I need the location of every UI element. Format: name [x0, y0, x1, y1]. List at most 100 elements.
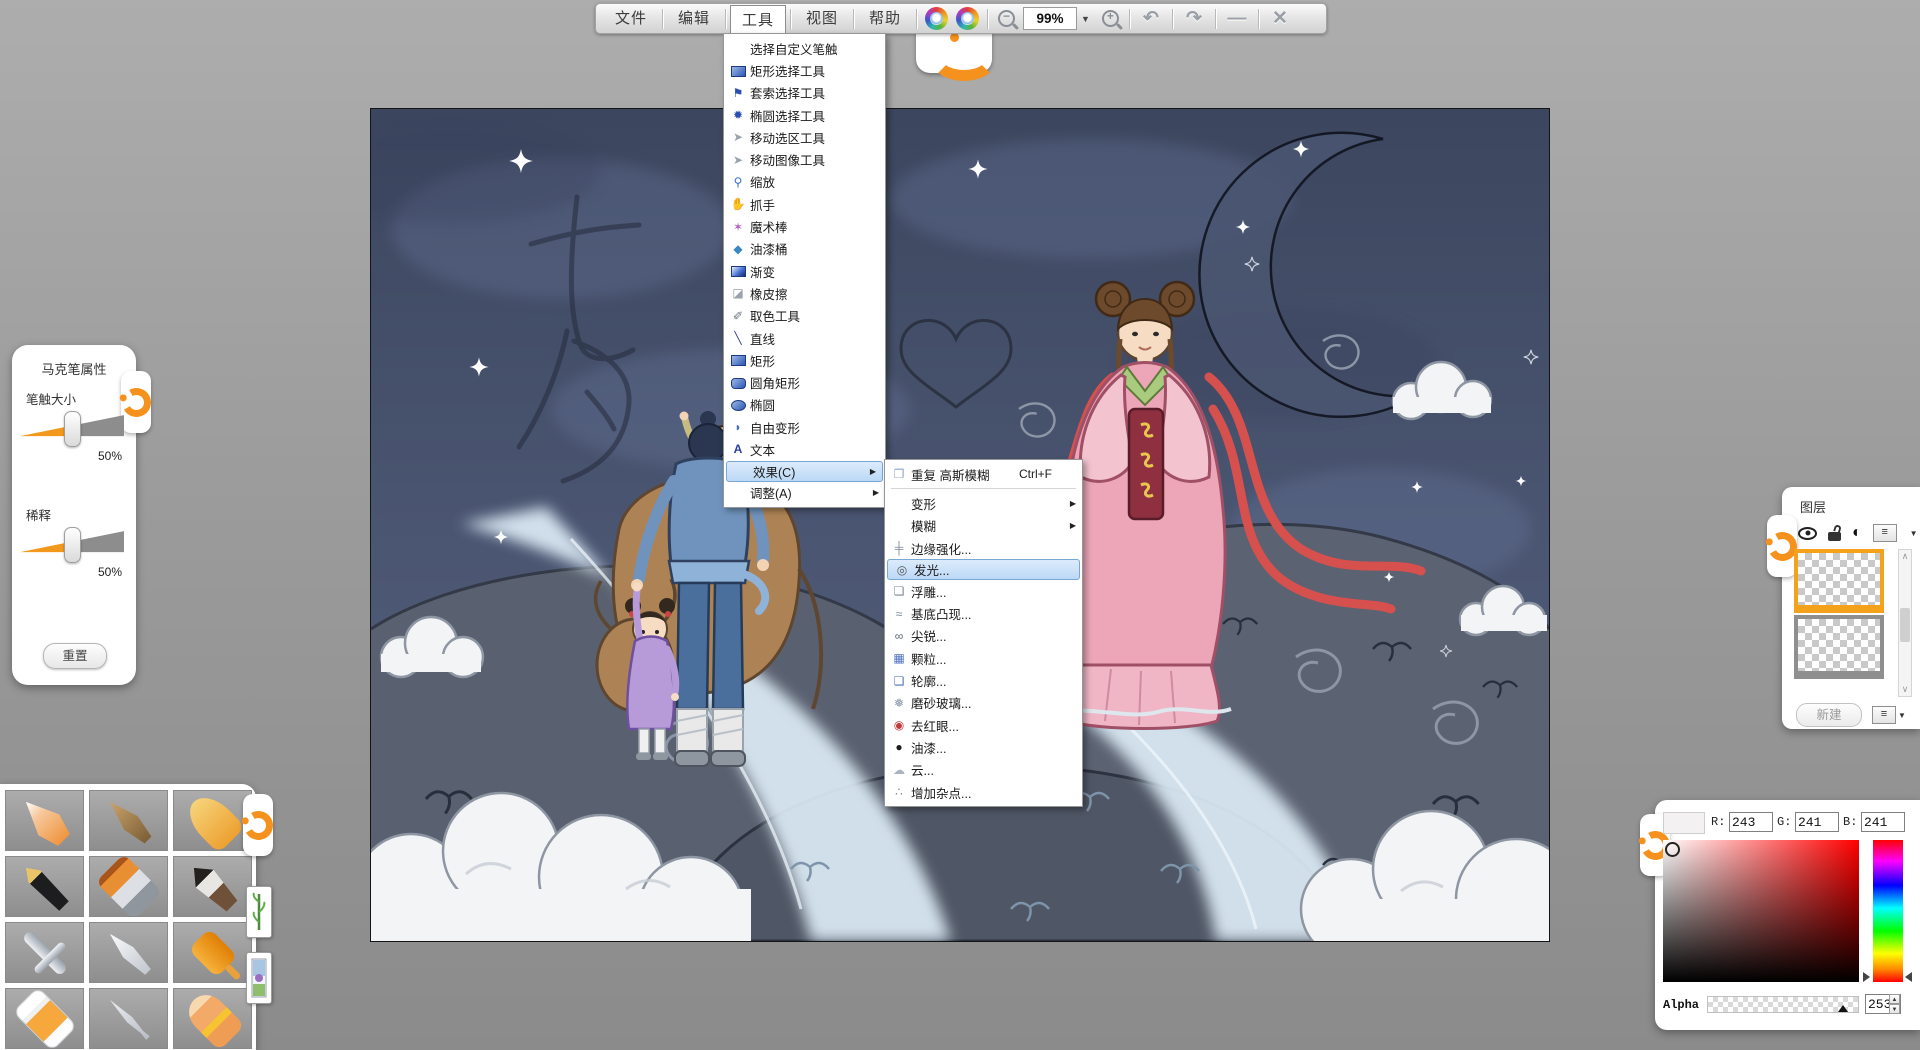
effects-menu-item-grain[interactable]: ▦颗粒... [885, 647, 1082, 669]
scroll-up-icon[interactable]: ∧ [1899, 551, 1911, 562]
picture-panel-button[interactable] [246, 952, 272, 1004]
hue-marker-left-icon[interactable] [1863, 972, 1870, 982]
brush-fountain-pen[interactable] [5, 856, 84, 917]
brush-size-slider[interactable] [20, 411, 124, 445]
layer-lock-icon[interactable] [1828, 532, 1841, 541]
slider-thumb[interactable] [64, 527, 81, 563]
alpha-marker-icon[interactable] [1838, 1005, 1848, 1012]
layer-thumbnail-selected[interactable] [1794, 549, 1884, 613]
effects-menu-item-sharpen[interactable]: ∞尖锐... [885, 625, 1082, 647]
effects-menu-item-emboss[interactable]: ❏浮雕... [885, 580, 1082, 602]
tools-menu-item-freeform-tool[interactable]: ◗自由变形 [724, 416, 885, 438]
menu-edit[interactable]: 编辑 [667, 6, 721, 31]
brush-palette-knife[interactable] [89, 922, 168, 983]
dilution-value: 50% [98, 565, 122, 579]
tools-menu-item-roundrect-tool[interactable]: 圆角矩形 [724, 371, 885, 393]
effects-menu-item-bas-relief[interactable]: ≈基底凸现... [885, 602, 1082, 624]
brush-paint-tube[interactable] [5, 988, 84, 1049]
bamboo-panel-button[interactable] [246, 886, 272, 938]
tools-menu-item-hand-tool[interactable]: ✋抓手 [724, 193, 885, 215]
tools-menu-item-gradient-tool[interactable]: 渐变 [724, 260, 885, 282]
effects-menu-item-clouds[interactable]: ☁云... [885, 759, 1082, 781]
zoom-out-button[interactable]: − [998, 10, 1015, 27]
toolbar-separator [1258, 9, 1259, 29]
tools-menu-item-custom-brush[interactable]: 选择自定义笔触 [724, 37, 885, 59]
tools-menu-item-paint-bucket[interactable]: ◆油漆桶 [724, 238, 885, 260]
effects-menu-item-glow[interactable]: ◎发光... [887, 559, 1080, 580]
brush-round-brush[interactable] [173, 856, 252, 917]
brush-airbrush[interactable] [5, 922, 84, 983]
tools-menu-item-line-tool[interactable]: ╲直线 [724, 327, 885, 349]
effects-menu-item-add-noise[interactable]: ∴增加杂点... [885, 781, 1082, 803]
chevron-down-icon[interactable]: ▼ [1898, 711, 1906, 720]
panel-collapse-handle[interactable] [1767, 515, 1797, 577]
tools-menu-item-effects[interactable]: 效果(C)▶ [726, 461, 883, 482]
alpha-spin-down-button[interactable]: ▼ [1889, 1004, 1900, 1014]
tools-menu-item-move-selection[interactable]: ➤移动选区工具 [724, 126, 885, 148]
effects-menu-item-blur[interactable]: 模糊▶ [885, 515, 1082, 537]
panel-collapse-handle[interactable] [243, 794, 273, 856]
alpha-slider[interactable] [1707, 996, 1859, 1013]
layer-opacity-icon[interactable]: ◐ [1852, 525, 1862, 541]
new-layer-button[interactable]: 新建 [1796, 703, 1862, 727]
scrollbar-thumb[interactable] [1900, 608, 1910, 642]
tools-menu-item-text-tool[interactable]: A文本 [724, 438, 885, 460]
tools-menu-item-adjust[interactable]: 调整(A)▶ [724, 482, 885, 504]
color-cursor-icon[interactable] [1665, 842, 1680, 857]
layer-list-scrollbar[interactable]: ∧ ∨ [1898, 549, 1912, 697]
green-value-field[interactable] [1795, 812, 1839, 832]
effects-menu-item-transform[interactable]: 变形▶ [885, 492, 1082, 514]
hue-marker-right-icon[interactable] [1905, 972, 1912, 982]
zoom-dropdown-caret-icon[interactable]: ▼ [1081, 14, 1090, 24]
undo-button[interactable]: ↶ [1134, 7, 1168, 30]
menu-help[interactable]: 帮助 [858, 6, 912, 31]
tools-menu-item-ellipse-tool[interactable]: 椭圆 [724, 394, 885, 416]
panel-collapse-handle[interactable] [121, 371, 151, 433]
gradient-tool-shape-icon [731, 266, 746, 277]
effects-menu-item-edge-enhance[interactable]: ╪边缘强化... [885, 537, 1082, 559]
zoom-in-button[interactable]: + [1102, 10, 1119, 27]
effects-menu-item-contour[interactable]: ❏轮廓... [885, 669, 1082, 691]
tools-menu-item-magic-wand[interactable]: ✶魔术棒 [724, 215, 885, 237]
minimize-button[interactable]: — [1220, 8, 1254, 30]
close-button[interactable]: ✕ [1263, 7, 1297, 30]
alpha-spin-up-button[interactable]: ▲ [1889, 994, 1900, 1004]
brush-flat-brush[interactable] [89, 856, 168, 917]
layer-menu-button[interactable]: ≡ [1873, 524, 1897, 542]
menu-view[interactable]: 视图 [795, 6, 849, 31]
brush-detail-knife[interactable] [89, 988, 168, 1049]
tools-menu-item-move-image[interactable]: ➤移动图像工具 [724, 148, 885, 170]
effects-menu-item-frosted-glass[interactable]: ❅磨砂玻璃... [885, 692, 1082, 714]
layer-thumbnail[interactable] [1794, 615, 1884, 679]
menu-file[interactable]: 文件 [604, 6, 658, 31]
blue-value-field[interactable] [1861, 812, 1905, 832]
tools-menu-item-ellipse-select[interactable]: ✹椭圆选择工具 [724, 104, 885, 126]
scroll-down-icon[interactable]: ∨ [1899, 684, 1911, 695]
effects-menu-item-repeat-gaussian-blur[interactable]: ❐重复 高斯模糊Ctrl+F [885, 463, 1082, 485]
layers-options-button[interactable]: ≡ [1872, 706, 1896, 724]
saturation-value-field[interactable] [1663, 840, 1859, 982]
menu-tools[interactable]: 工具 [730, 5, 786, 36]
effects-menu-item-oil-paint[interactable]: ●油漆... [885, 736, 1082, 758]
brush-marker[interactable] [173, 790, 252, 851]
red-value-field[interactable] [1729, 812, 1773, 832]
tools-menu-item-rect-tool[interactable]: 矩形 [724, 349, 885, 371]
effects-menu-item-red-eye-removal[interactable]: ◉去红眼... [885, 714, 1082, 736]
dilution-slider[interactable] [20, 527, 124, 561]
tools-menu-item-lasso-select[interactable]: ⚑套索选择工具 [724, 82, 885, 104]
brush-paint-roller[interactable] [173, 922, 252, 983]
zoom-level-value[interactable]: 99% [1023, 7, 1077, 30]
brush-wood-pencil[interactable] [89, 790, 168, 851]
hue-slider[interactable] [1873, 840, 1903, 982]
reset-button[interactable]: 重置 [43, 643, 107, 669]
tools-menu-item-rect-select[interactable]: 矩形选择工具 [724, 59, 885, 81]
tools-menu-item-eraser-tool[interactable]: ◪橡皮擦 [724, 282, 885, 304]
tools-menu-item-color-picker-tool[interactable]: ✐取色工具 [724, 305, 885, 327]
slider-thumb[interactable] [64, 411, 81, 447]
chevron-down-icon[interactable]: ▼ [1910, 529, 1918, 538]
brush-crayon[interactable] [173, 988, 252, 1049]
brush-pencil[interactable] [5, 790, 84, 851]
layer-visibility-icon[interactable] [1798, 527, 1817, 540]
redo-button[interactable]: ↷ [1177, 7, 1211, 30]
tools-menu-item-zoom-tool[interactable]: ⚲缩放 [724, 171, 885, 193]
